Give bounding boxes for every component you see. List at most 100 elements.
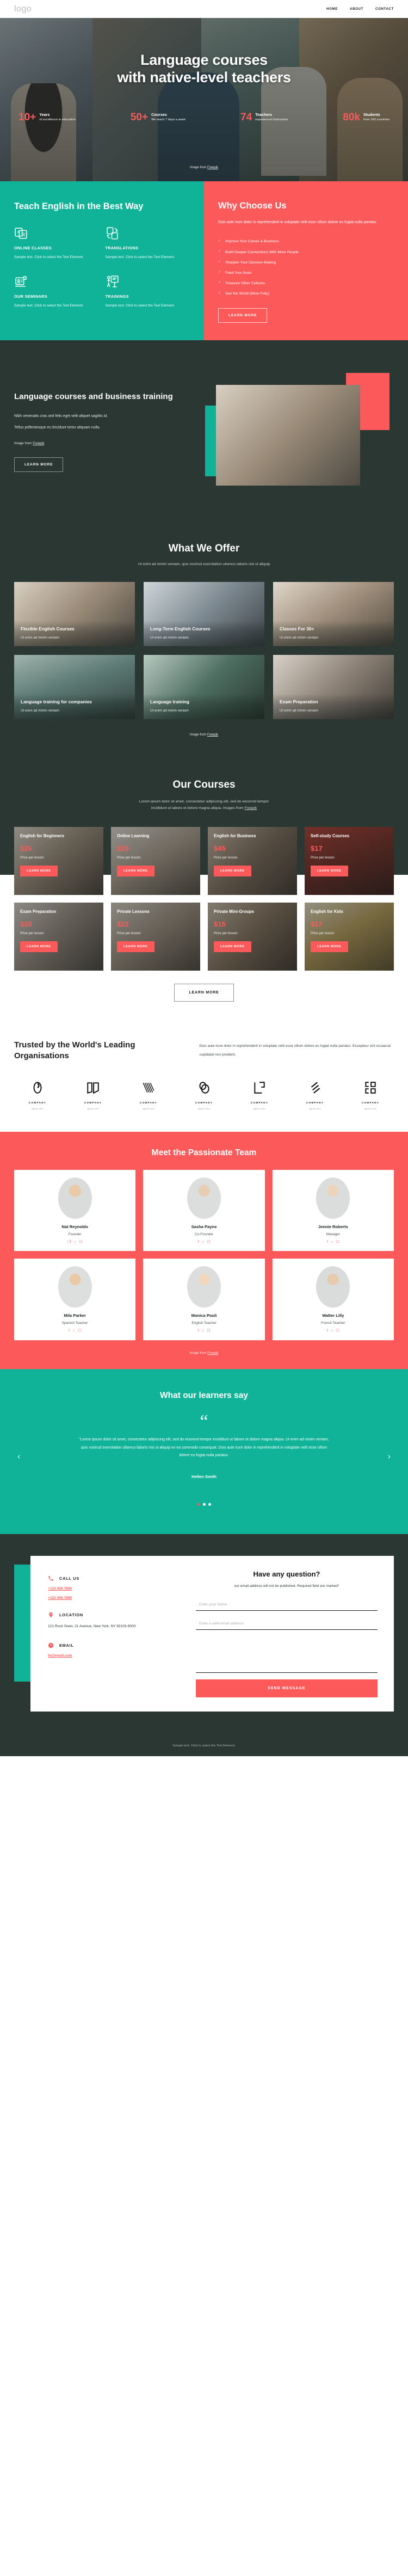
course-card[interactable]: English for Kids $17 Price per lesson LE… [305, 903, 394, 971]
email-link[interactable]: hi@email.com [48, 1654, 72, 1658]
offer-card[interactable]: Long-Term English Courses Ut enim ad min… [144, 582, 264, 647]
course-learn-more-button[interactable]: LEARN MORE [311, 941, 348, 952]
offer-card[interactable]: Flexible English Courses Ut enim ad mini… [14, 582, 135, 647]
freepik-link[interactable]: Freepik [33, 441, 44, 445]
offer-card-desc: Ut enim ad minim veniam [21, 709, 60, 713]
open-book-logo-icon [86, 1081, 100, 1097]
carousel-next-arrow-icon[interactable]: › [388, 1452, 391, 1462]
offer-card[interactable]: Exam Preparation Ut enim ad minim veniam [273, 655, 394, 720]
email-input[interactable] [195, 1618, 378, 1630]
freepik-link[interactable]: Freepik [244, 806, 257, 810]
offer-card[interactable]: Classes For 30+ Ut enim ad minim veniam [273, 582, 394, 647]
feature-online-classes[interactable]: A文 ONLINE CLASSES Sample text. Click to … [14, 226, 99, 261]
course-card[interactable]: English for Business $45 Price per lesso… [208, 827, 297, 896]
partner-logo[interactable]: COMPANY tagline here [128, 1081, 169, 1110]
nav-item-contact[interactable]: CONTACT [375, 7, 394, 11]
course-price-caption: Price per lesson [20, 931, 44, 935]
nav-item-about[interactable]: ABOUT [350, 7, 363, 11]
partner-logo[interactable]: COMPANY tagline here [73, 1081, 113, 1110]
freepik-link[interactable]: Freepik [207, 733, 218, 737]
dark-section-wrapper: Language courses and business training N… [0, 340, 408, 1024]
team-member-card[interactable]: Sasha Payne Co-Founder f ♪ ☐ [143, 1169, 265, 1252]
phone-link-2[interactable]: +123 456 7890 [48, 1596, 72, 1600]
course-learn-more-button[interactable]: LEARN MORE [214, 865, 251, 876]
team-member-card[interactable]: Monica Pouli English Teacher f ♪ ☐ [143, 1259, 265, 1340]
course-learn-more-button[interactable]: LEARN MORE [117, 941, 154, 952]
testimonial-title: What our learners say [160, 1390, 248, 1400]
partner-logo[interactable]: COMPANY tagline here [350, 1081, 391, 1110]
message-textarea[interactable] [195, 1637, 378, 1673]
partner-logo-tagline: tagline here [86, 1107, 100, 1110]
partner-logo[interactable]: COMPANY tagline here [17, 1081, 58, 1110]
course-learn-more-button[interactable]: LEARN MORE [311, 865, 348, 876]
offer-card[interactable]: Language training Ut enim ad minim venia… [144, 655, 264, 720]
trusted-paragraph: Duis aute irure dolor in reprehenderit i… [199, 1044, 391, 1057]
carousel-dot-active[interactable] [197, 1502, 200, 1506]
partner-logo[interactable]: COMPANY tagline here [239, 1081, 280, 1110]
course-learn-more-button[interactable]: LEARN MORE [117, 865, 154, 876]
course-card[interactable]: English for Beginners $25 Price per less… [14, 827, 103, 896]
language-learn-more-button[interactable]: LEARN MORE [14, 457, 64, 472]
partner-logo[interactable]: COMPANY tagline here [295, 1081, 335, 1110]
carousel-dot[interactable] [202, 1502, 206, 1506]
course-learn-more-button[interactable]: LEARN MORE [20, 865, 58, 876]
twitter-icon[interactable]: ♪ [202, 1240, 203, 1244]
course-card[interactable]: Online Learning $25 Price per lesson LEA… [111, 827, 200, 896]
team-member-card[interactable]: Walter Lilly French Teacher f ♪ ☐ [272, 1259, 394, 1340]
translate-swap-icon [106, 226, 119, 240]
courses-learn-more-button[interactable]: LEARN MORE [174, 984, 234, 1002]
feature-seminars[interactable]: OUR SEMINARS Sample text. Click to selec… [14, 275, 99, 310]
instagram-icon[interactable]: ☐ [336, 1329, 339, 1333]
phone-icon [48, 1575, 54, 1581]
name-input[interactable] [195, 1599, 378, 1611]
instagram-icon[interactable]: ☐ [207, 1240, 211, 1244]
carousel-dot[interactable] [208, 1502, 211, 1506]
avatar [316, 1266, 350, 1308]
facebook-icon[interactable]: f [198, 1329, 199, 1333]
team-member-card[interactable]: Mila Parker Spanish Teacher f ♪ ☐ [14, 1259, 136, 1340]
teach-why-section: Teach English in the Best Way A文 ONLINE … [0, 181, 408, 340]
instagram-icon[interactable]: ☐ [207, 1329, 211, 1333]
facebook-icon[interactable]: f [327, 1240, 328, 1244]
offer-card-desc: Ut enim ad minim veniam [21, 636, 60, 640]
facebook-icon[interactable]: f [69, 1329, 70, 1333]
offer-card[interactable]: Language training for companies Ut enim … [14, 655, 135, 720]
course-card-grid-row-1: English for Beginners $25 Price per less… [14, 827, 394, 896]
hero-stats: 10+ Years of excellence in education 50+… [0, 112, 408, 122]
facebook-icon[interactable]: f [327, 1329, 328, 1333]
course-card[interactable]: Private Mini-Groups $15 Price per lesson… [208, 903, 297, 971]
instagram-icon[interactable]: ☐ [78, 1329, 81, 1333]
phone-link-1[interactable]: +123 456 7890 [48, 1587, 72, 1591]
feature-trainings[interactable]: TRAININGS Sample text. Click to select t… [106, 275, 190, 310]
twitter-icon[interactable]: ♪ [202, 1329, 203, 1333]
team-member-card[interactable]: Jennie Roberts Manager f ♪ ☐ [272, 1169, 394, 1252]
facebook-icon[interactable]: f [67, 1240, 71, 1244]
feature-title: ONLINE CLASSES [14, 245, 52, 250]
twitter-icon[interactable]: ♪ [331, 1240, 333, 1244]
course-card[interactable]: Private Lessons $22 Price per lesson LEA… [111, 903, 200, 971]
member-role: Co-Founder [194, 1232, 214, 1236]
freepik-link[interactable]: Freepik [207, 1351, 218, 1355]
carousel-prev-arrow-icon[interactable]: ‹ [17, 1452, 20, 1462]
partner-logo-name: COMPANY [139, 1101, 158, 1104]
why-learn-more-button[interactable]: LEARN MORE [218, 308, 268, 323]
team-member-card[interactable]: Nat Reynolds Founder f ♪ ☐ [14, 1169, 136, 1252]
nav-item-home[interactable]: HOME [326, 7, 338, 11]
offer-card-title: Exam Preparation [280, 699, 318, 705]
course-learn-more-button[interactable]: LEARN MORE [214, 941, 251, 952]
twitter-icon[interactable]: ♪ [73, 1329, 75, 1333]
site-logo[interactable]: logo [14, 4, 32, 14]
course-card[interactable]: Self-study Courses $17 Price per lesson … [305, 827, 394, 896]
twitter-icon[interactable]: ♪ [331, 1329, 333, 1333]
course-title: Online Learning [117, 833, 150, 839]
twitter-icon[interactable]: ♪ [74, 1240, 76, 1244]
instagram-icon[interactable]: ☐ [79, 1240, 83, 1244]
feature-translations[interactable]: TRANSLATIONS Sample text. Click to selec… [106, 226, 190, 261]
send-message-button[interactable]: SEND MESSAGE [195, 1679, 378, 1698]
facebook-icon[interactable]: f [198, 1240, 199, 1244]
course-card[interactable]: Exam Preparation $20 Price per lesson LE… [14, 903, 103, 971]
instagram-icon[interactable]: ☐ [336, 1240, 339, 1244]
partner-logo[interactable]: COMPANY tagline here [184, 1081, 224, 1110]
freepik-link[interactable]: Freepik [207, 166, 218, 169]
course-learn-more-button[interactable]: LEARN MORE [20, 941, 58, 952]
